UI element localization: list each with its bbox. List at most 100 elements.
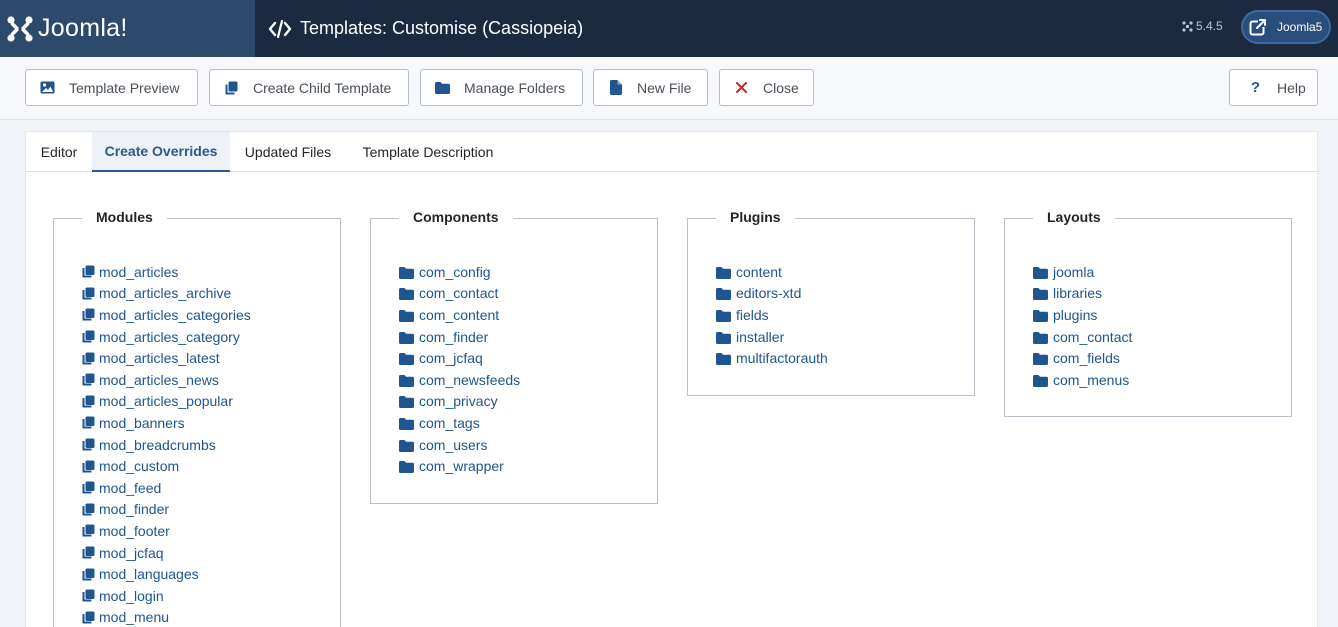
folder-icon: [399, 374, 414, 387]
override-link-mod-articles-news[interactable]: mod_articles_news: [82, 369, 251, 391]
override-link-mod-banners[interactable]: mod_banners: [82, 412, 251, 434]
override-link-mod-articles-category[interactable]: mod_articles_category: [82, 326, 251, 348]
joomla-small-icon: [1182, 20, 1193, 32]
copy-icon: [82, 589, 95, 602]
override-link-mod-jcfaq[interactable]: mod_jcfaq: [82, 542, 251, 564]
tab-create-overrides[interactable]: Create Overrides: [92, 132, 230, 172]
override-link-label: joomla: [1053, 263, 1095, 280]
manage-folders-button[interactable]: Manage Folders: [420, 69, 583, 106]
tab-template-description[interactable]: Template Description: [346, 132, 510, 172]
layouts-title: Layouts: [1033, 209, 1115, 225]
site-label: Joomla5: [1277, 20, 1323, 34]
override-link-mod-articles-categories[interactable]: mod_articles_categories: [82, 304, 251, 326]
override-link-mod-breadcrumbs[interactable]: mod_breadcrumbs: [82, 434, 251, 456]
override-link-com-jcfaq[interactable]: com_jcfaq: [399, 347, 520, 369]
override-link-mod-feed[interactable]: mod_feed: [82, 477, 251, 499]
override-link-mod-articles-popular[interactable]: mod_articles_popular: [82, 391, 251, 413]
joomla-logo-icon: [7, 15, 33, 42]
override-link-label: installer: [736, 328, 785, 345]
override-link-mod-finder[interactable]: mod_finder: [82, 499, 251, 521]
override-link-label: mod_articles_latest: [99, 350, 220, 367]
folder-icon: [1033, 331, 1048, 344]
override-link-plugins[interactable]: plugins: [1033, 304, 1132, 326]
override-link-mod-menu[interactable]: mod_menu: [82, 607, 251, 627]
copy-icon: [82, 373, 95, 386]
folder-icon: [399, 331, 414, 344]
external-link-icon: [1249, 18, 1267, 36]
components-section: Components com_config com_contact com_cont…: [370, 209, 658, 504]
override-link-libraries[interactable]: libraries: [1033, 283, 1132, 305]
override-link-com-tags[interactable]: com_tags: [399, 412, 520, 434]
modules-list: mod_articles mod_articles_archive mod_arti…: [82, 261, 251, 627]
top-header: Joomla! Templates: Customise (Cassiopeia…: [0, 0, 1338, 57]
help-label: Help: [1277, 79, 1306, 96]
override-link-com-contact[interactable]: com_contact: [399, 283, 520, 305]
override-link-com-users[interactable]: com_users: [399, 434, 520, 456]
override-link-com-finder[interactable]: com_finder: [399, 326, 520, 348]
override-link-com-privacy[interactable]: com_privacy: [399, 391, 520, 413]
override-link-com-content[interactable]: com_content: [399, 304, 520, 326]
override-link-com-wrapper[interactable]: com_wrapper: [399, 455, 520, 477]
override-link-com-menus[interactable]: com_menus: [1033, 369, 1132, 391]
override-link-com-config[interactable]: com_config: [399, 261, 520, 283]
override-link-com-contact[interactable]: com_contact: [1033, 326, 1132, 348]
override-link-content[interactable]: content: [716, 261, 828, 283]
override-link-fields[interactable]: fields: [716, 304, 828, 326]
toolbar: Template Preview Create Child Template M…: [0, 57, 1338, 120]
tab-editor[interactable]: Editor: [26, 132, 92, 172]
folder-icon: [1033, 266, 1048, 279]
components-title: Components: [399, 209, 513, 225]
override-link-com-newsfeeds[interactable]: com_newsfeeds: [399, 369, 520, 391]
modules-title: Modules: [82, 209, 167, 225]
override-link-multifactorauth[interactable]: multifactorauth: [716, 347, 828, 369]
override-link-label: com_wrapper: [419, 458, 504, 475]
override-link-mod-custom[interactable]: mod_custom: [82, 455, 251, 477]
close-button[interactable]: Close: [719, 69, 814, 106]
copy-icon: [82, 416, 95, 429]
new-file-button[interactable]: New File: [593, 69, 708, 106]
override-link-label: com_content: [419, 306, 500, 323]
page-heading: Templates: Customise (Cassiopeia): [268, 0, 583, 57]
override-link-editors-xtd[interactable]: editors-xtd: [716, 283, 828, 305]
override-link-label: mod_menu: [99, 609, 170, 626]
layouts-list: joomla libraries plugins com_contact com_fie…: [1033, 261, 1132, 391]
copy-icon: [224, 80, 239, 95]
override-link-label: mod_articles_categories: [99, 306, 251, 323]
override-link-label: mod_languages: [99, 566, 199, 583]
override-link-label: com_menus: [1053, 371, 1130, 388]
override-link-label: mod_breadcrumbs: [99, 436, 216, 453]
override-link-mod-articles-archive[interactable]: mod_articles_archive: [82, 283, 251, 305]
override-link-mod-languages[interactable]: mod_languages: [82, 563, 251, 585]
override-link-label: com_contact: [419, 285, 499, 302]
joomla-logo[interactable]: Joomla!: [0, 0, 255, 57]
folder-icon: [399, 460, 414, 474]
copy-icon: [82, 546, 95, 559]
help-button[interactable]: ? Help: [1229, 69, 1318, 106]
override-link-mod-footer[interactable]: mod_footer: [82, 520, 251, 542]
folder-icon: [1033, 309, 1048, 322]
copy-icon: [82, 308, 95, 321]
folder-icon: [399, 417, 414, 430]
template-preview-button[interactable]: Template Preview: [25, 69, 198, 106]
override-link-joomla[interactable]: joomla: [1033, 261, 1132, 283]
plugins-list: content editors-xtd fields installer multifa…: [716, 261, 828, 369]
tab-updated-files[interactable]: Updated Files: [230, 132, 346, 172]
template-preview-label: Template Preview: [69, 79, 180, 96]
override-link-label: libraries: [1053, 285, 1103, 302]
site-link-button[interactable]: Joomla5: [1241, 10, 1331, 44]
create-child-template-label: Create Child Template: [253, 79, 392, 96]
modules-section: Modules mod_articles mod_articles_archive…: [53, 209, 341, 627]
override-link-installer[interactable]: installer: [716, 326, 828, 348]
tab-bar: Editor Create Overrides Updated Files Te…: [26, 132, 1319, 172]
copy-icon: [82, 524, 95, 537]
override-link-mod-articles[interactable]: mod_articles: [82, 261, 251, 283]
override-link-mod-login[interactable]: mod_login: [82, 585, 251, 607]
folder-icon: [399, 266, 414, 279]
create-child-template-button[interactable]: Create Child Template: [209, 69, 409, 106]
override-link-label: content: [736, 263, 782, 280]
code-icon: [268, 19, 292, 38]
override-link-mod-articles-latest[interactable]: mod_articles_latest: [82, 347, 251, 369]
copy-icon: [82, 265, 95, 278]
override-link-com-fields[interactable]: com_fields: [1033, 347, 1132, 369]
copy-icon: [82, 287, 95, 300]
